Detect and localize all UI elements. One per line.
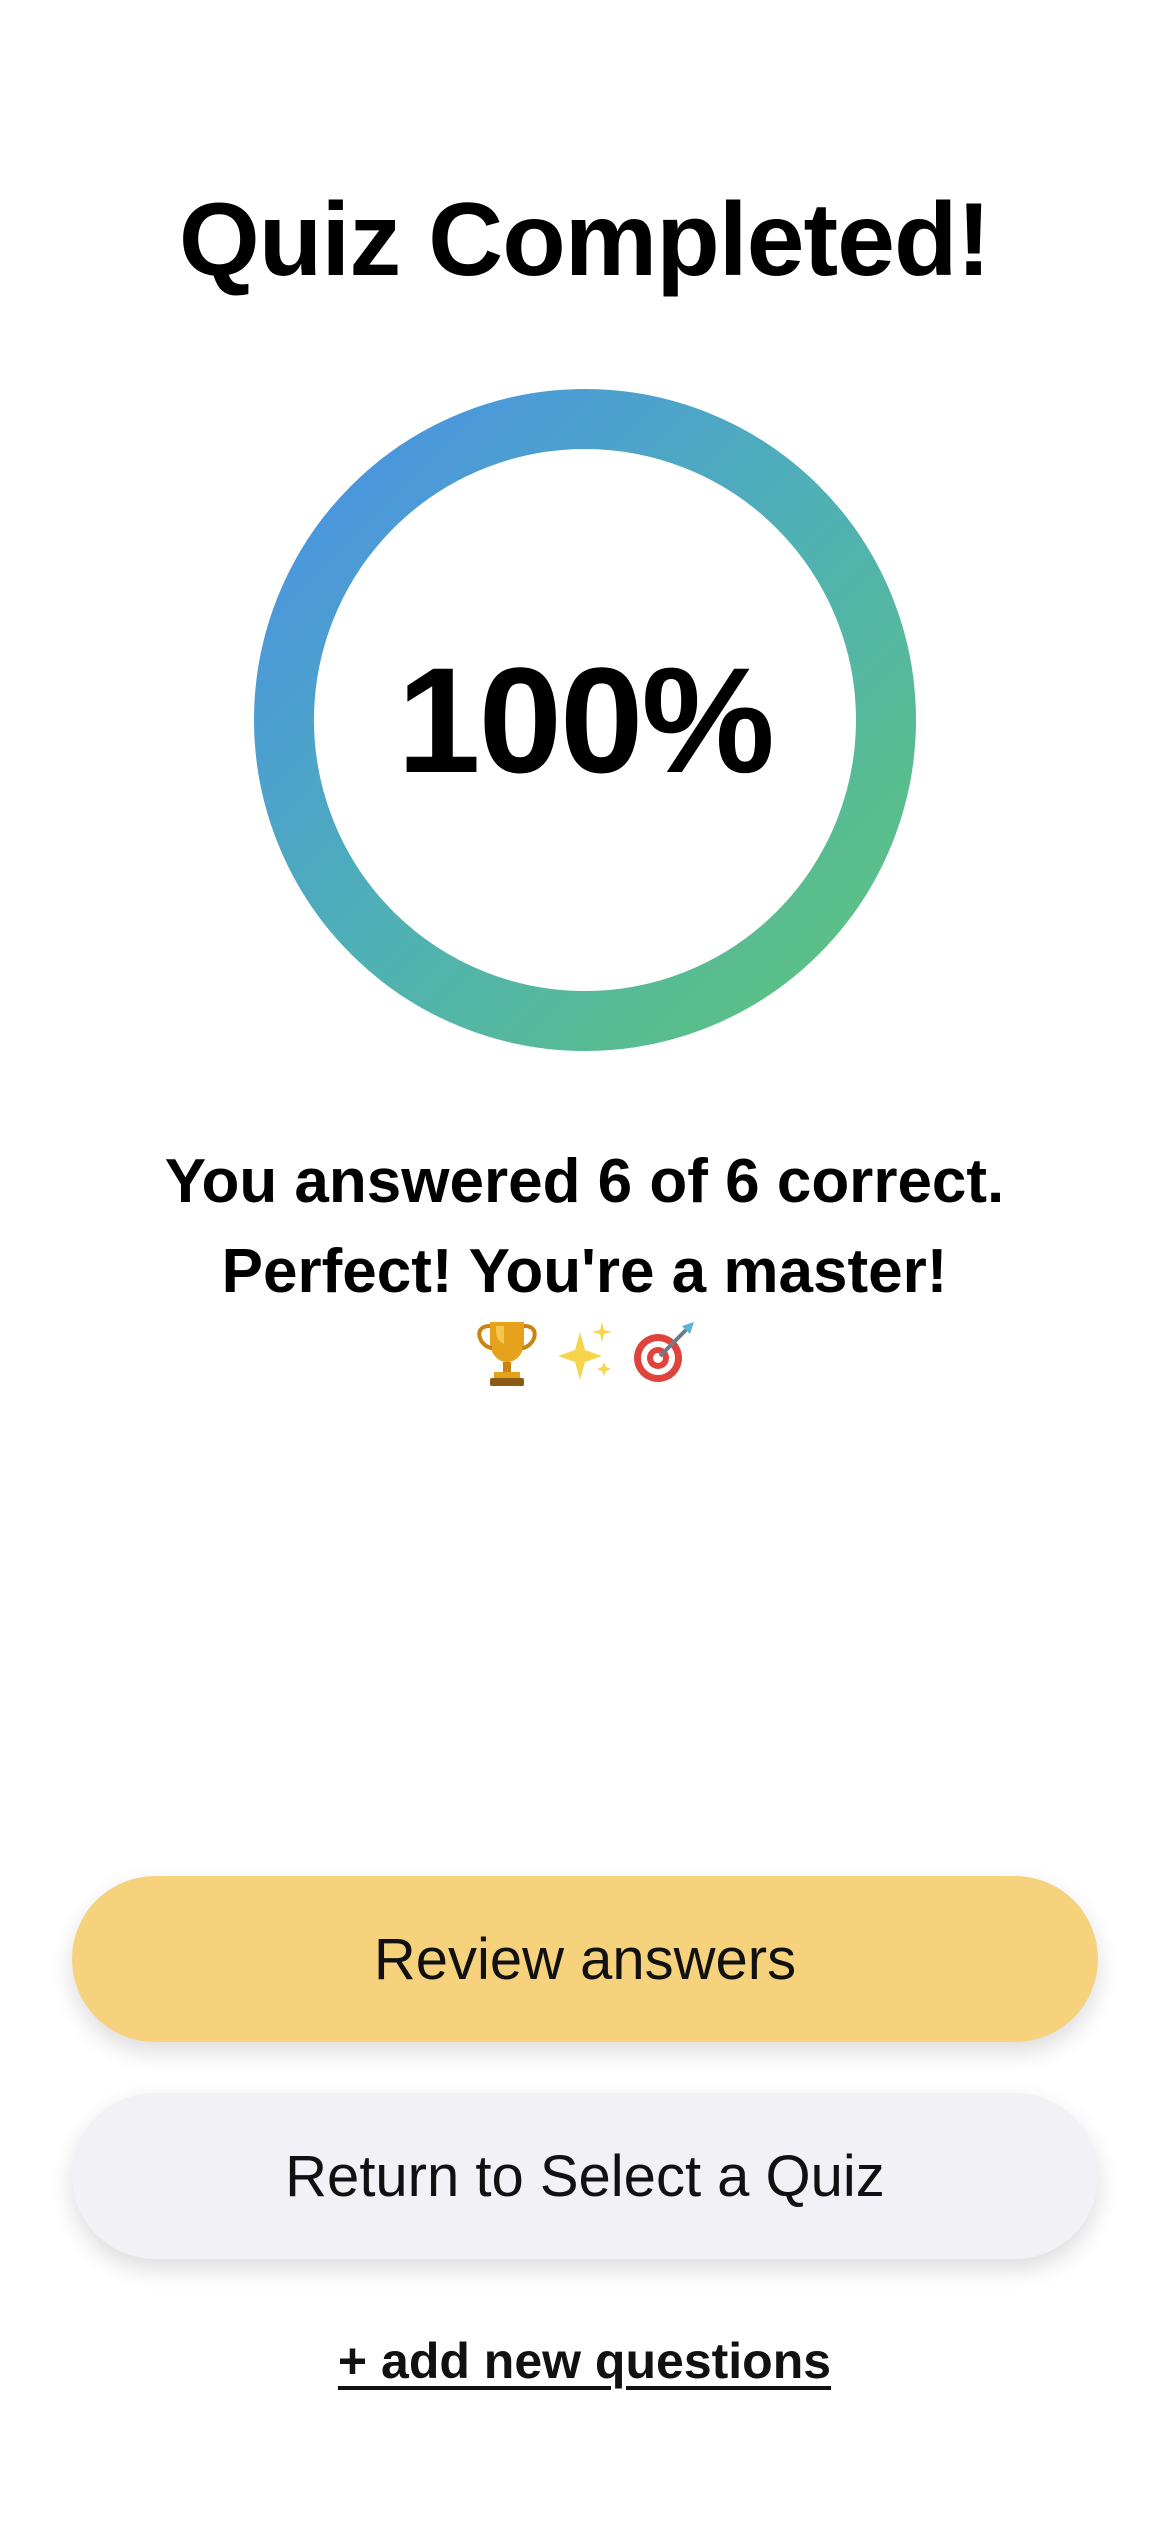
- bullseye-icon: [630, 1316, 696, 1388]
- emoji-row: [0, 1316, 1169, 1388]
- trophy-icon: [474, 1316, 540, 1388]
- page-title: Quiz Completed!: [178, 182, 991, 298]
- sparkles-icon: [552, 1316, 618, 1388]
- add-new-questions-link[interactable]: + add new questions: [338, 2333, 831, 2389]
- result-message: Perfect! You're a master!: [221, 1237, 948, 1306]
- score-percent: 100%: [397, 635, 775, 804]
- return-to-select-quiz-button[interactable]: Return to Select a Quiz: [72, 2093, 1098, 2259]
- result-summary: You answered 6 of 6 correct.: [164, 1147, 1005, 1216]
- review-answers-button[interactable]: Review answers: [72, 1876, 1098, 2042]
- score-ring: 100%: [254, 389, 916, 1051]
- add-questions-link-wrap: + add new questions: [0, 2332, 1169, 2390]
